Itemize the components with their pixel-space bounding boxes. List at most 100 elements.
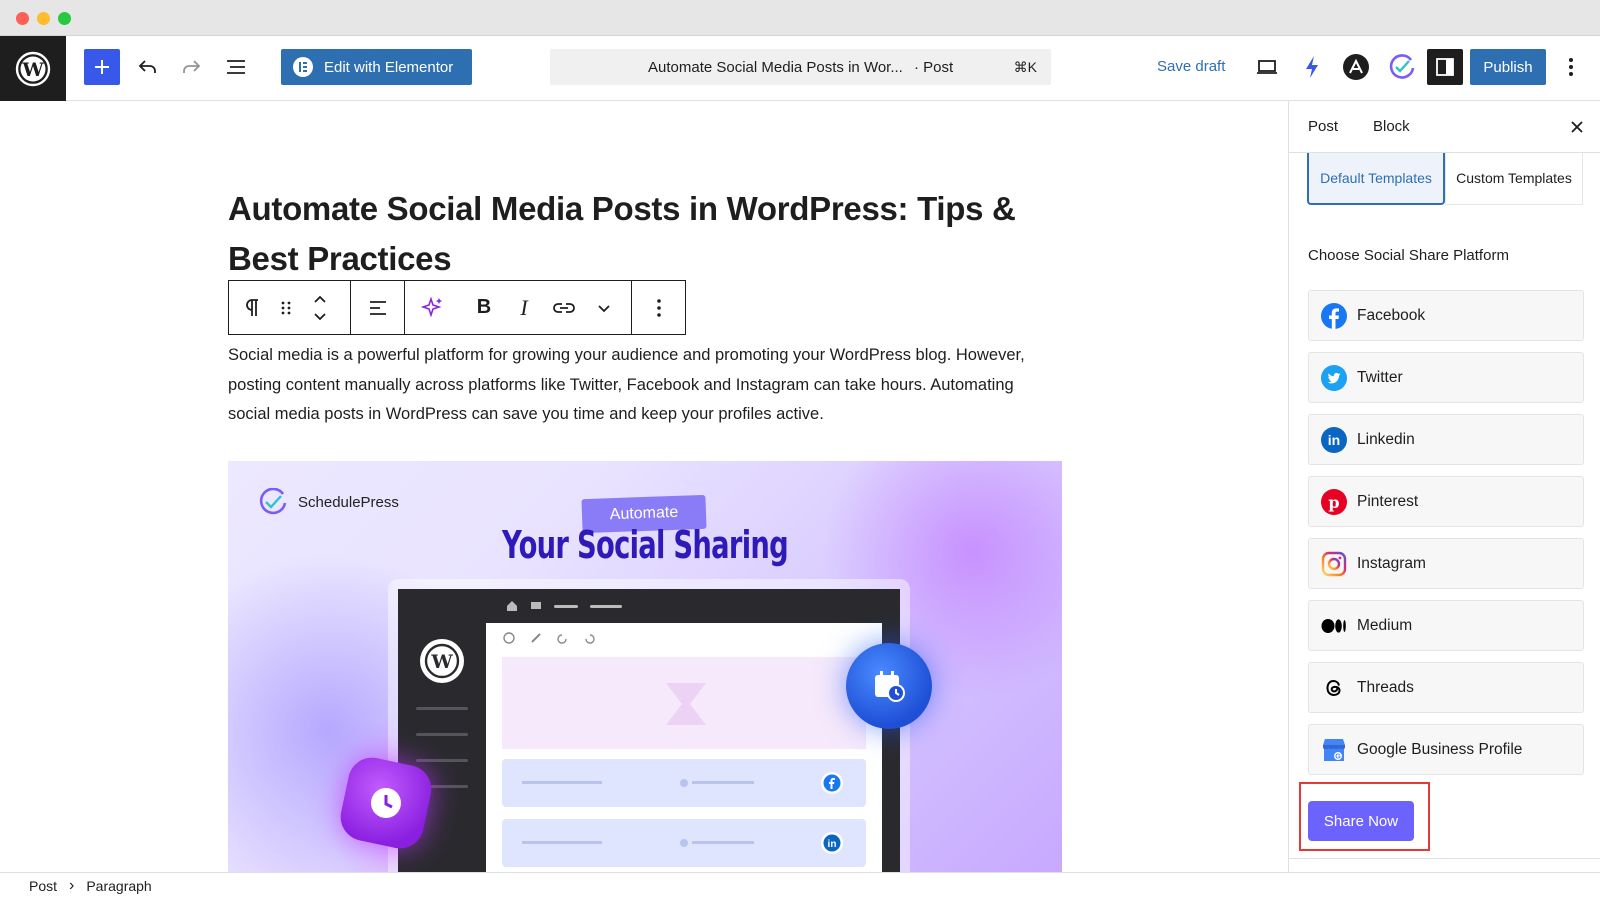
close-sidebar-button[interactable] [1565,115,1589,139]
image-dashboard-topbar [398,589,900,623]
template-tabs: Default Templates Custom Templates [1307,153,1583,205]
image-row-linkedin: in [502,819,866,867]
performance-button[interactable] [1296,49,1328,85]
redo-icon [183,60,201,73]
paragraph-block-icon[interactable] [229,281,275,334]
paragraph-block[interactable]: Social media is a powerful platform for … [228,341,1048,430]
wordpress-icon: W [15,51,51,86]
platform-medium[interactable]: Medium [1308,600,1584,651]
move-up-down-icon[interactable] [297,281,343,334]
platform-label: Twitter [1357,368,1403,386]
platform-label: Pinterest [1357,492,1419,510]
more-vertical-icon [1569,58,1573,76]
post-title[interactable]: Automate Social Media Posts in WordPress… [228,184,1058,284]
elementor-icon [293,57,313,77]
breadcrumb-separator-icon: › [69,876,75,894]
preview-button[interactable] [1251,49,1283,85]
platform-label: Medium [1357,616,1413,634]
link-icon[interactable] [541,281,587,334]
medium-icon [1321,613,1347,639]
close-window-icon[interactable] [16,12,29,25]
block-breadcrumb: Post › Paragraph [0,872,1600,898]
svg-text:in: in [828,839,837,850]
tab-default-templates[interactable]: Default Templates [1307,153,1445,205]
add-block-button[interactable] [84,49,120,85]
choose-platform-heading: Choose Social Share Platform [1308,247,1509,264]
clock-icon [371,788,401,818]
minimize-window-icon[interactable] [37,12,50,25]
tab-custom-templates[interactable]: Custom Templates [1445,153,1583,205]
tab-block[interactable]: Block [1373,118,1410,135]
command-bar-shortcut: ⌘K [1013,59,1037,75]
breadcrumb-post[interactable]: Post [29,878,57,894]
publish-button[interactable]: Publish [1470,49,1546,85]
wordpress-logo-button[interactable]: W [0,36,66,101]
image-dashboard-content: in [486,623,882,872]
bold-icon[interactable]: B [461,281,507,334]
options-menu-button[interactable] [1556,49,1586,85]
close-icon [1571,121,1583,133]
command-palette-bar[interactable]: Automate Social Media Posts in Wor... · … [550,49,1051,85]
save-draft-button[interactable]: Save draft [1157,58,1225,75]
platform-facebook[interactable]: Facebook [1308,290,1584,341]
image-wordpress-icon: W [420,639,464,683]
google-business-icon: G [1321,737,1347,763]
calendar-clock-icon [875,671,905,702]
image-row-facebook [502,759,866,807]
linkedin-icon: in [1321,426,1347,453]
plus-icon [95,60,109,74]
block-toolbar-group-format: B I [405,281,632,334]
instagram-icon [1321,551,1347,577]
platform-label: Facebook [1357,306,1426,324]
edit-with-elementor-label: Edit with Elementor [324,58,454,76]
platform-pinterest[interactable]: p Pinterest [1308,476,1584,527]
block-options-icon[interactable] [632,281,685,334]
drag-handle-icon[interactable] [275,281,297,334]
facebook-icon [1321,302,1347,329]
featured-image-block[interactable]: SchedulePress Automate Your Social Shari… [228,461,1062,872]
sidebar-divider [1289,858,1600,859]
sidebar-tabs: Post Block [1289,101,1600,153]
home-icon [507,601,517,611]
schedulepress-button[interactable] [1384,49,1420,85]
maximize-window-icon[interactable] [58,12,71,25]
laptop-icon [1257,60,1277,74]
threads-icon [1321,675,1347,701]
platform-threads[interactable]: Threads [1308,662,1584,713]
image-toolbar-icons [503,632,595,644]
pinterest-icon: p [1321,488,1347,515]
schedulepress-icon [1389,54,1415,79]
image-brand-name: SchedulePress [298,493,399,511]
svg-text:in: in [1328,432,1340,448]
platform-linkedin[interactable]: in Linkedin [1308,414,1584,465]
image-dashboard: W in [398,589,900,872]
svg-text:W: W [21,59,44,81]
document-overview-button[interactable] [218,49,254,85]
editor-toolbar: W Edit with Elementor Automate Social Me… [0,36,1600,101]
platform-instagram[interactable]: Instagram [1308,538,1584,589]
sidebar-icon [1436,58,1454,76]
linkedin-icon: in [821,832,843,854]
block-toolbar-group-options [632,281,685,334]
redo-button[interactable] [173,49,209,85]
italic-icon[interactable]: I [507,281,541,334]
svg-text:G: G [1335,753,1341,760]
platform-twitter[interactable]: Twitter [1308,352,1584,403]
image-placeholder-block [502,657,866,749]
platform-label: Linkedin [1357,430,1415,448]
block-toolbar-group-type [229,281,351,334]
breadcrumb-paragraph[interactable]: Paragraph [86,878,151,894]
ai-sparkle-icon[interactable] [405,281,461,334]
platform-google-business-profile[interactable]: G Google Business Profile [1308,724,1584,775]
share-now-button[interactable]: Share Now [1308,801,1414,841]
svg-text:W: W [430,651,453,673]
edit-with-elementor-button[interactable]: Edit with Elementor [281,49,472,85]
twitter-icon [1321,364,1347,391]
align-left-icon[interactable] [351,281,404,334]
image-calendar-bubble [846,643,932,729]
tab-post[interactable]: Post [1308,118,1338,135]
settings-sidebar-toggle[interactable] [1427,49,1463,85]
more-formatting-chevron-icon[interactable] [587,281,621,334]
astra-settings-button[interactable] [1340,49,1372,85]
undo-button[interactable] [130,49,166,85]
